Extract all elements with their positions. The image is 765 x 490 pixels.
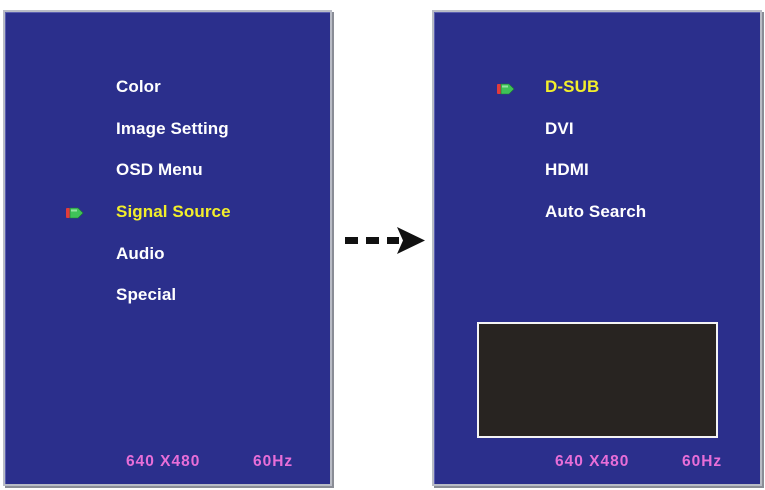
menu-item-signal-source[interactable]: Signal Source xyxy=(116,202,231,222)
refresh-rate-readout: 60Hz xyxy=(682,453,723,470)
menu-item-dvi[interactable]: DVI xyxy=(545,119,574,139)
menu-item-special[interactable]: Special xyxy=(116,285,176,305)
osd-signal-source-submenu-screen: D-SUB DVI HDMI Auto Search 640 X480 60Hz xyxy=(432,10,762,486)
menu-item-image-setting[interactable]: Image Setting xyxy=(116,119,229,139)
signal-preview-window xyxy=(477,322,718,438)
pointer-cursor-icon xyxy=(66,207,84,219)
menu-item-auto-search[interactable]: Auto Search xyxy=(545,202,646,222)
menu-item-audio[interactable]: Audio xyxy=(116,244,165,264)
menu-item-color[interactable]: Color xyxy=(116,77,161,97)
refresh-rate-readout: 60Hz xyxy=(253,453,294,470)
menu-item-d-sub[interactable]: D-SUB xyxy=(545,77,599,97)
pointer-cursor-icon xyxy=(497,83,515,95)
resolution-readout: 640 X480 xyxy=(555,453,630,470)
menu-item-hdmi[interactable]: HDMI xyxy=(545,160,589,180)
osd-main-menu-screen: Color Image Setting OSD Menu Signal Sour… xyxy=(3,10,332,486)
menu-item-osd-menu[interactable]: OSD Menu xyxy=(116,160,203,180)
dashed-arrow-right-icon xyxy=(345,227,425,254)
resolution-readout: 640 X480 xyxy=(126,453,201,470)
